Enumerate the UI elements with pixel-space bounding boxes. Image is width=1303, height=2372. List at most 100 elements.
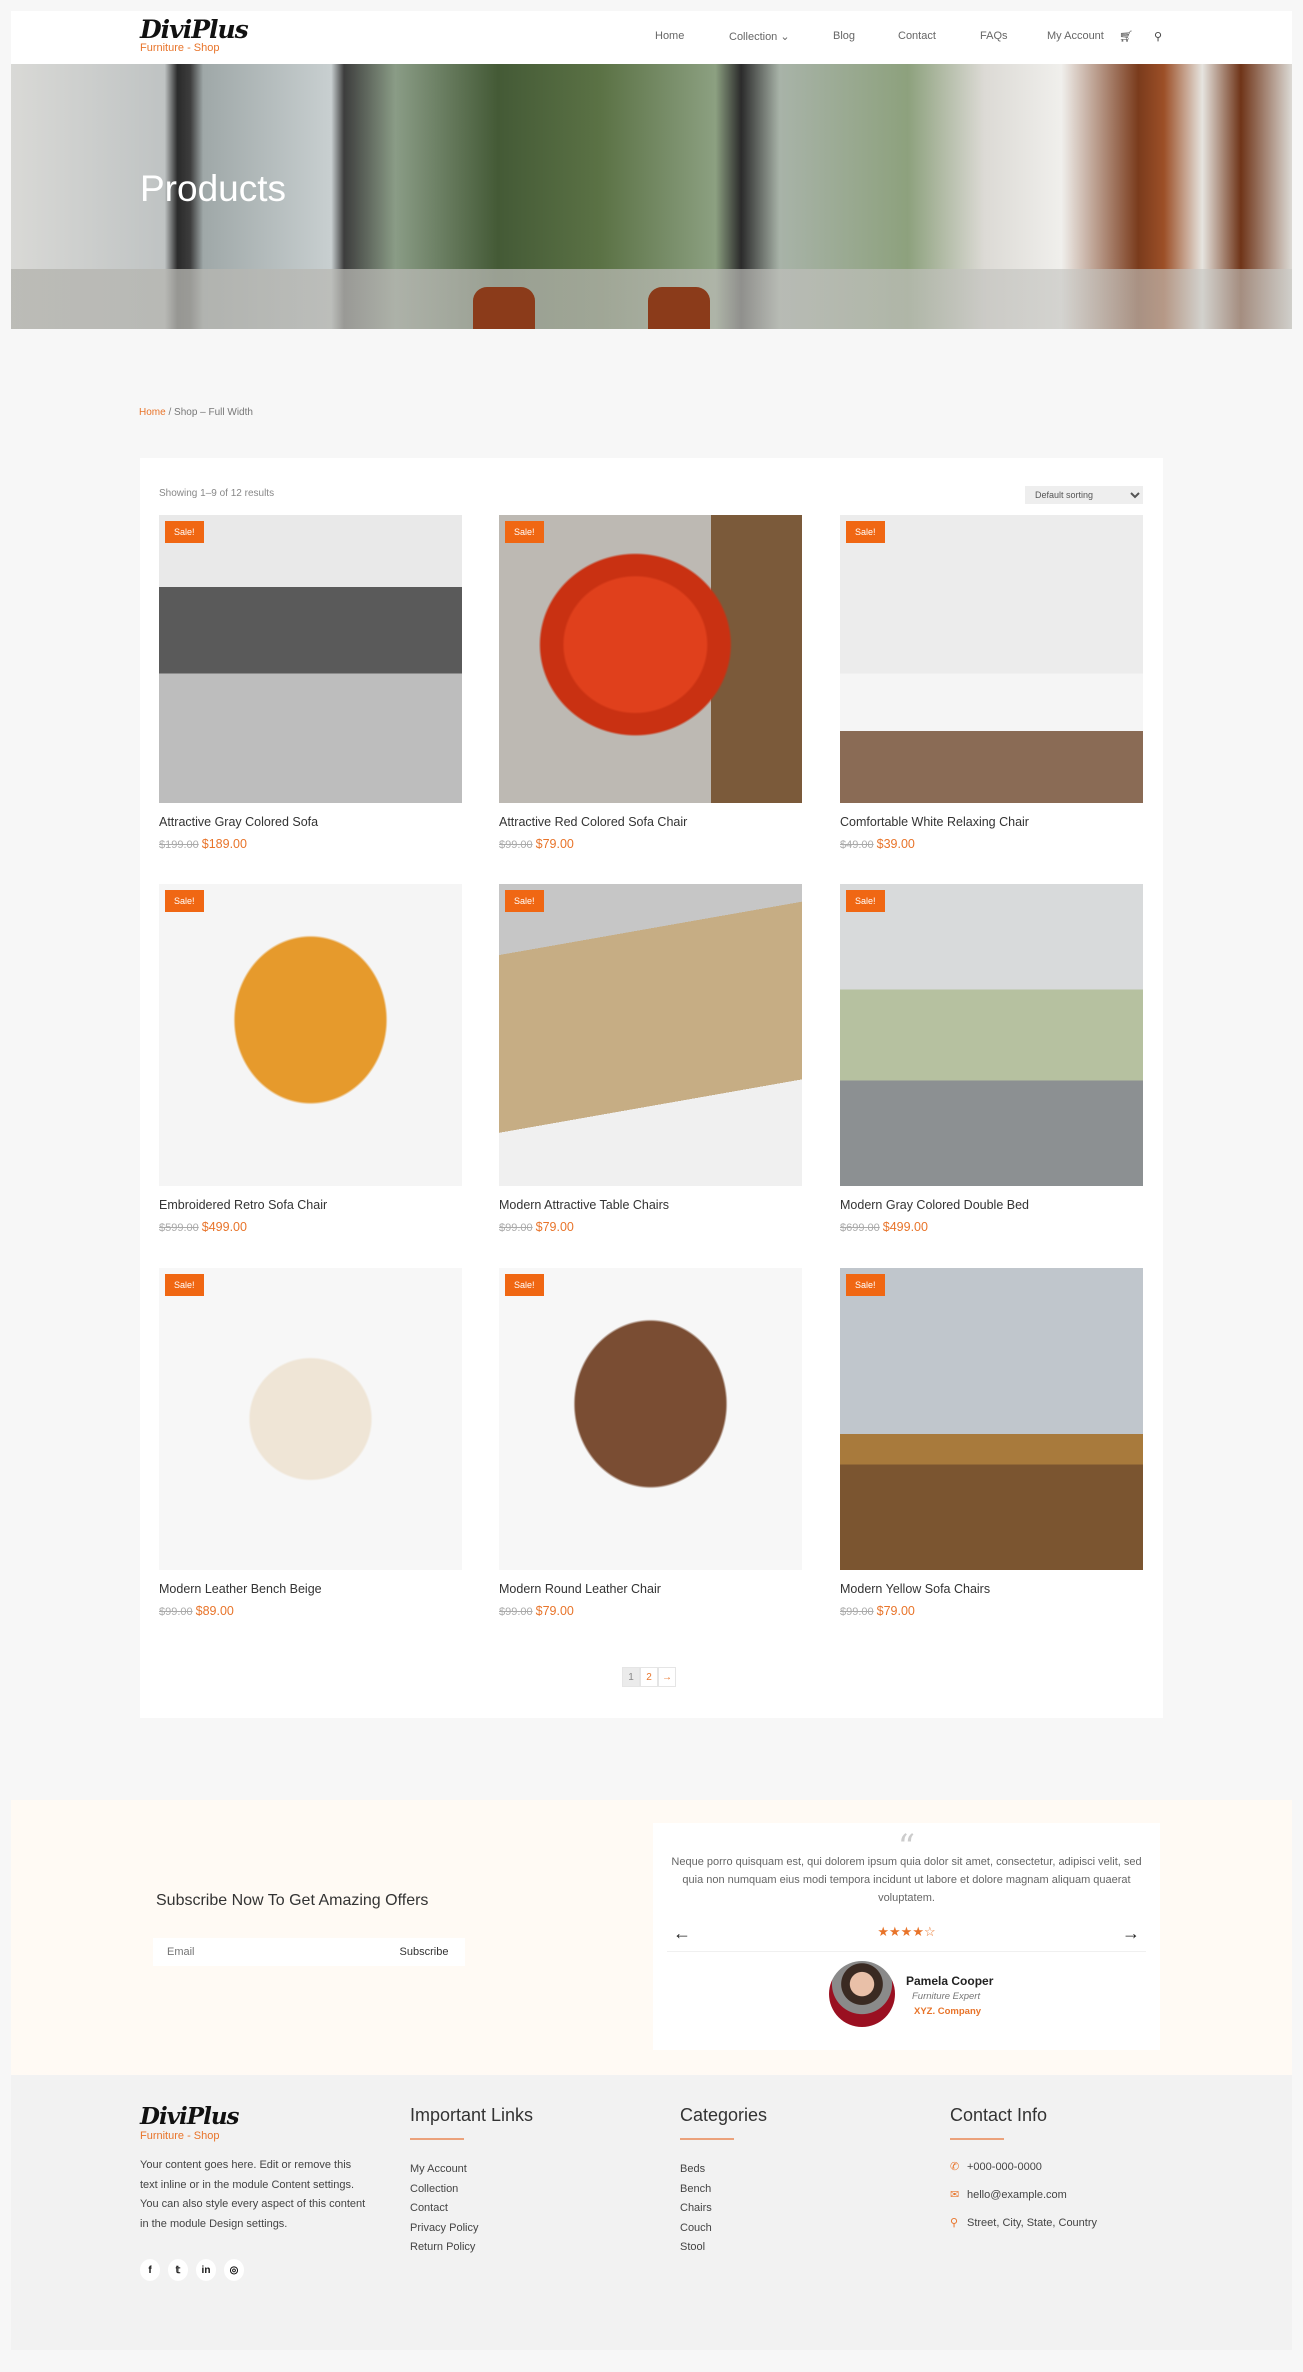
footer-link[interactable]: Privacy Policy: [410, 2219, 533, 2239]
nav-home[interactable]: Home: [655, 30, 684, 42]
nav-my-account[interactable]: My Account: [1047, 30, 1104, 42]
footer-link[interactable]: Contact: [410, 2199, 533, 2219]
footer-contact: Contact Info ✆ +000-000-0000 ✉ hello@examp…: [950, 2105, 1098, 2229]
nav-blog[interactable]: Blog: [833, 30, 855, 42]
old-price: $199.00: [159, 839, 199, 851]
facebook-icon[interactable]: f: [140, 2259, 160, 2281]
page-2[interactable]: 2: [640, 1667, 658, 1687]
nav-faqs[interactable]: FAQs: [980, 30, 1008, 42]
product-image[interactable]: Sale!: [840, 1268, 1143, 1570]
instagram-icon[interactable]: ◎: [224, 2259, 244, 2281]
testimonial-role: Furniture Expert: [912, 1991, 981, 2002]
page-title: Products: [140, 168, 287, 209]
sale-price: $79.00: [876, 1604, 915, 1618]
product-card[interactable]: Sale! Attractive Red Colored Sofa Chair …: [499, 515, 802, 851]
sale-badge: Sale!: [165, 1274, 204, 1296]
footer-link[interactable]: Collection: [410, 2180, 533, 2200]
product-card[interactable]: Sale! Embroidered Retro Sofa Chair $599.…: [159, 884, 462, 1234]
old-price: $599.00: [159, 1222, 199, 1234]
twitter-icon[interactable]: 𝕥: [168, 2259, 188, 2281]
footer-category-link[interactable]: Couch: [680, 2219, 767, 2239]
phone-icon: ✆: [950, 2161, 960, 2173]
next-page-button[interactable]: →: [658, 1667, 676, 1687]
product-card[interactable]: Sale! Modern Leather Bench Beige $99.00 $…: [159, 1268, 462, 1618]
product-title[interactable]: Modern Attractive Table Chairs: [499, 1198, 802, 1212]
footer-category-link[interactable]: Bench: [680, 2180, 767, 2200]
site-footer: DiviPlus Furniture - Shop Your content g…: [11, 2075, 1292, 2350]
old-price: $699.00: [840, 1222, 880, 1234]
breadcrumb-home[interactable]: Home: [139, 407, 166, 418]
footer-category-link[interactable]: Beds: [680, 2160, 767, 2180]
product-title[interactable]: Modern Round Leather Chair: [499, 1582, 802, 1596]
old-price: $49.00: [840, 839, 874, 851]
footer-link[interactable]: My Account: [410, 2160, 533, 2180]
sale-price: $79.00: [535, 1604, 574, 1618]
rating-stars: ★★★★☆: [877, 1924, 936, 1939]
product-image[interactable]: Sale!: [159, 884, 462, 1186]
product-image[interactable]: Sale!: [499, 515, 802, 803]
product-price: $99.00 $79.00: [499, 1604, 802, 1618]
product-title[interactable]: Modern Leather Bench Beige: [159, 1582, 462, 1596]
product-title[interactable]: Attractive Gray Colored Sofa: [159, 815, 462, 829]
footer-about: DiviPlus Furniture - Shop Your content g…: [140, 2103, 370, 2281]
product-card[interactable]: Sale! Attractive Gray Colored Sofa $199.…: [159, 515, 462, 851]
sale-badge: Sale!: [505, 890, 544, 912]
testimonial-text: Neque porro quisquam est, qui dolorem ip…: [671, 1856, 1142, 1904]
footer-link[interactable]: Return Policy: [410, 2238, 533, 2258]
testimonial-name: Pamela Cooper: [906, 1974, 994, 1988]
email-input[interactable]: [153, 1938, 383, 1966]
product-card[interactable]: Sale! Modern Round Leather Chair $99.00 $…: [499, 1268, 802, 1618]
sale-badge: Sale!: [846, 890, 885, 912]
sale-price: $89.00: [195, 1604, 234, 1618]
product-image[interactable]: Sale!: [499, 884, 802, 1186]
search-icon[interactable]: ⚲: [1154, 30, 1162, 43]
product-image[interactable]: Sale!: [159, 515, 462, 803]
footer-category-link[interactable]: Chairs: [680, 2199, 767, 2219]
footer-categories: Categories Beds Bench Chairs Couch Stool: [680, 2105, 767, 2258]
cart-icon[interactable]: 🛒︎: [1119, 30, 1133, 43]
product-title[interactable]: Embroidered Retro Sofa Chair: [159, 1198, 462, 1212]
old-price: $99.00: [499, 1222, 533, 1234]
divider: [410, 2138, 464, 2140]
divider: [950, 2138, 1004, 2140]
product-image[interactable]: Sale!: [840, 884, 1143, 1186]
old-price: $99.00: [840, 1606, 874, 1618]
sale-badge: Sale!: [846, 1274, 885, 1296]
location-icon: ⚲: [950, 2217, 959, 2229]
sale-price: $39.00: [876, 837, 915, 851]
sale-price: $79.00: [535, 1220, 574, 1234]
logo[interactable]: DiviPlus Furniture - Shop: [140, 15, 249, 54]
nav-collection[interactable]: Collection ⌄: [729, 30, 790, 43]
product-card[interactable]: Sale! Modern Yellow Sofa Chairs $99.00 $7…: [840, 1268, 1143, 1618]
contact-phone: +000-000-0000: [967, 2160, 1042, 2173]
product-image[interactable]: Sale!: [159, 1268, 462, 1570]
contact-email[interactable]: hello@example.com: [967, 2189, 1067, 2201]
sort-select[interactable]: Default sorting: [1025, 486, 1143, 504]
contact-address: Street, City, State, Country: [967, 2216, 1098, 2229]
divider: [680, 2138, 734, 2140]
subscribe-button[interactable]: Subscribe: [383, 1938, 465, 1966]
product-title[interactable]: Attractive Red Colored Sofa Chair: [499, 815, 802, 829]
footer-category-link[interactable]: Stool: [680, 2238, 767, 2258]
linkedin-icon[interactable]: in: [196, 2259, 216, 2281]
product-image[interactable]: Sale!: [499, 1268, 802, 1570]
product-price: $49.00 $39.00: [840, 837, 1143, 851]
product-card[interactable]: Sale! Comfortable White Relaxing Chair $…: [840, 515, 1143, 851]
product-card[interactable]: Sale! Modern Attractive Table Chairs $99…: [499, 884, 802, 1234]
sale-price: $189.00: [201, 837, 247, 851]
sale-badge: Sale!: [165, 521, 204, 543]
product-image[interactable]: Sale!: [840, 515, 1143, 803]
product-title[interactable]: Modern Gray Colored Double Bed: [840, 1198, 1143, 1212]
next-arrow-icon[interactable]: →: [1122, 1923, 1140, 1944]
old-price: $99.00: [159, 1606, 193, 1618]
social-links: f 𝕥 in ◎: [140, 2259, 370, 2281]
nav-contact[interactable]: Contact: [898, 30, 936, 42]
old-price: $99.00: [499, 1606, 533, 1618]
prev-arrow-icon[interactable]: ←: [673, 1923, 691, 1944]
product-card[interactable]: Sale! Modern Gray Colored Double Bed $69…: [840, 884, 1143, 1234]
product-title[interactable]: Comfortable White Relaxing Chair: [840, 815, 1143, 829]
shop-card: Showing 1–9 of 12 results Default sortin…: [140, 458, 1163, 1718]
product-price: $99.00 $79.00: [840, 1604, 1143, 1618]
product-title[interactable]: Modern Yellow Sofa Chairs: [840, 1582, 1143, 1596]
product-price: $99.00 $79.00: [499, 837, 802, 851]
